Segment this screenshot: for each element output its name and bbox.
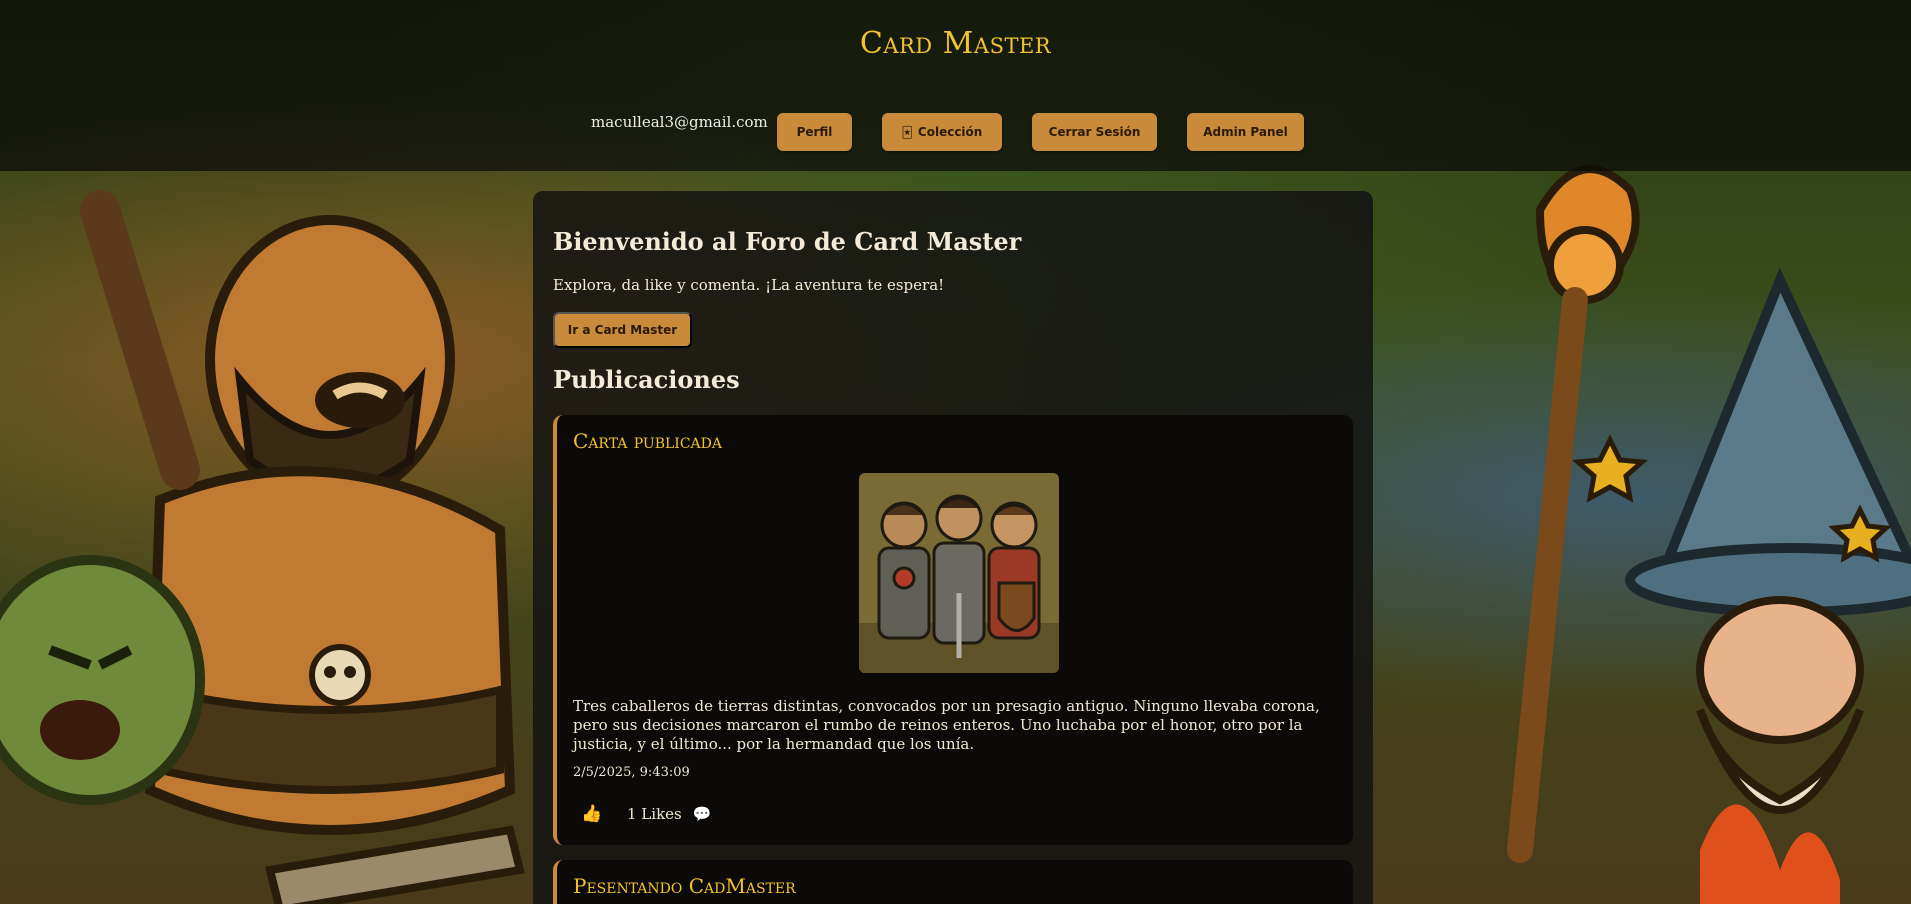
three-knights-image [859, 473, 1059, 673]
post-card-image[interactable] [859, 473, 1059, 673]
like-count: 1 Likes [627, 805, 682, 823]
thumbs-up-icon[interactable]: 👍 [581, 803, 603, 825]
comment-icon[interactable]: 💬 [691, 803, 713, 825]
goblin-illustration [0, 555, 205, 805]
wizard-illustration [1507, 165, 1911, 904]
post-title: Carta publicada [573, 429, 722, 453]
ir-a-card-master-button[interactable]: Ir a Card Master [553, 312, 692, 348]
user-email: maculleal3@gmail.com [591, 113, 768, 131]
perfil-button-label: Perfil [796, 125, 833, 139]
publicaciones-heading: Publicaciones [553, 365, 740, 394]
post-card: Pesentando CadMaster [553, 860, 1353, 904]
post-title: Pesentando CadMaster [573, 874, 796, 898]
admin-panel-button-label: Admin Panel [1203, 125, 1288, 139]
app-title[interactable]: Card Master [0, 26, 1911, 61]
cerrar-sesion-button-label: Cerrar Sesión [1048, 125, 1141, 139]
forum-panel: Bienvenido al Foro de Card Master Explor… [533, 191, 1373, 904]
cerrar-sesion-button[interactable]: Cerrar Sesión [1032, 113, 1157, 151]
perfil-button[interactable]: Perfil [777, 113, 852, 151]
ir-a-card-master-label: Ir a Card Master [567, 323, 678, 337]
post-card: Carta publicada Tres caballeros de tierr… [553, 415, 1353, 845]
admin-panel-button[interactable]: Admin Panel [1187, 113, 1304, 151]
welcome-subtitle: Explora, da like y comenta. ¡La aventura… [553, 276, 945, 294]
post-body: Tres caballeros de tierras distintas, co… [573, 697, 1320, 753]
post-date: 2/5/2025, 9:43:09 [573, 765, 690, 780]
welcome-title: Bienvenido al Foro de Card Master [553, 227, 1022, 256]
card-icon: 🃏 [901, 125, 913, 139]
top-navbar: Card Master maculleal3@gmail.com Perfil … [0, 0, 1911, 171]
coleccion-button[interactable]: 🃏 Colección [882, 113, 1002, 151]
coleccion-button-label: Colección [917, 125, 983, 139]
